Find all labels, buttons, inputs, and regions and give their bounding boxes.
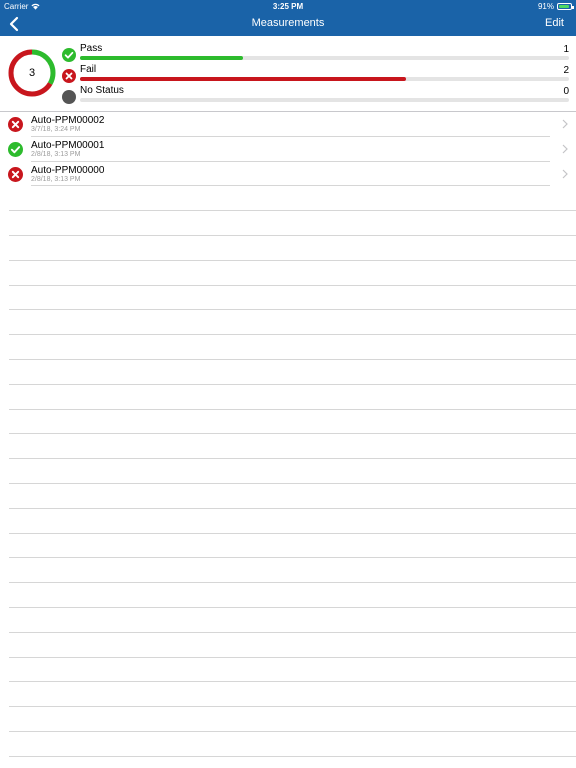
summary-row-pass: Pass 1	[62, 42, 572, 64]
gray-dot-icon	[62, 90, 76, 104]
summary-label: No Status	[80, 85, 124, 96]
empty-row-separator	[9, 236, 576, 261]
x-circle-icon	[62, 69, 76, 83]
empty-row-separator	[9, 360, 576, 385]
empty-row-separator	[9, 484, 576, 509]
fail-status-icon	[8, 117, 23, 132]
summary-count: 2	[563, 65, 569, 76]
pass-status-icon	[8, 141, 23, 157]
measurement-list: Auto-PPM00002 3/7/18, 3:24 PM Auto-PPM00…	[0, 112, 576, 757]
empty-row-separator	[9, 682, 576, 708]
chevron-right-icon	[562, 144, 568, 154]
status-summary: 3 Pass 1 Fail 2 No Status 0	[0, 36, 576, 112]
summary-label: Fail	[80, 64, 97, 75]
summary-row-no-status: No Status 0	[62, 84, 572, 106]
measurement-row[interactable]: Auto-PPM00002 3/7/18, 3:24 PM	[0, 112, 576, 137]
check-circle-icon	[62, 48, 76, 62]
empty-row-separator	[9, 633, 576, 658]
empty-row-separator	[9, 385, 576, 410]
measurement-date: 2/8/18, 3:13 PM	[31, 150, 81, 158]
battery-percent: 91%	[537, 2, 554, 11]
empty-row-separator	[9, 261, 576, 286]
fail-progress-bar	[80, 77, 407, 81]
empty-row-separator	[9, 410, 576, 435]
pass-progress-bar	[80, 56, 243, 60]
measurement-name: Auto-PPM00002	[31, 115, 105, 126]
progress-track	[80, 77, 569, 81]
measurement-date: 3/7/18, 3:24 PM	[31, 126, 81, 133]
empty-row-separator	[9, 335, 576, 360]
status-bar: Carrier 3:25 PM 91%	[0, 0, 576, 12]
chevron-right-icon	[562, 169, 568, 179]
empty-row-separator	[9, 509, 576, 534]
measurement-row[interactable]: Auto-PPM00000 2/8/18, 3:13 PM	[0, 162, 576, 187]
empty-row-separator	[9, 211, 576, 236]
empty-row-separator	[9, 583, 576, 608]
navigation-bar: Measurements Edit	[0, 12, 576, 36]
summary-count: 1	[563, 44, 569, 55]
progress-track	[80, 98, 569, 102]
measurement-name: Auto-PPM00000	[31, 164, 105, 176]
empty-row-separator	[9, 310, 576, 336]
empty-row-separator	[9, 434, 576, 460]
battery-icon	[557, 3, 574, 10]
empty-row-separator	[9, 459, 576, 484]
summary-label: Pass	[80, 43, 103, 54]
top-bar: Carrier 3:25 PM 91% Measurements Edit	[0, 0, 576, 36]
status-time: 3:25 PM	[272, 2, 304, 11]
measurement-name: Auto-PPM00001	[31, 139, 105, 151]
row-divider	[31, 185, 550, 187]
summary-row-fail: Fail 2	[62, 63, 572, 85]
page-title: Measurements	[251, 17, 325, 29]
total-count: 3	[28, 67, 36, 79]
fail-status-icon	[8, 166, 23, 182]
empty-table-area	[0, 186, 576, 757]
summary-count: 0	[563, 86, 569, 97]
empty-row-separator	[9, 707, 576, 732]
measurement-date: 2/8/18, 3:13 PM	[31, 175, 81, 183]
empty-row-separator	[9, 658, 576, 683]
edit-button[interactable]: Edit	[545, 17, 564, 29]
empty-row-separator	[9, 558, 576, 584]
empty-row-separator	[9, 286, 576, 311]
chevron-right-icon	[562, 119, 568, 129]
empty-row-separator	[9, 608, 576, 633]
empty-row-separator	[9, 534, 576, 559]
empty-row-separator	[9, 186, 576, 212]
battery-group: 91%	[537, 2, 574, 11]
empty-row-separator	[9, 732, 576, 757]
measurement-row[interactable]: Auto-PPM00001 2/8/18, 3:13 PM	[0, 137, 576, 162]
progress-track	[80, 56, 569, 60]
